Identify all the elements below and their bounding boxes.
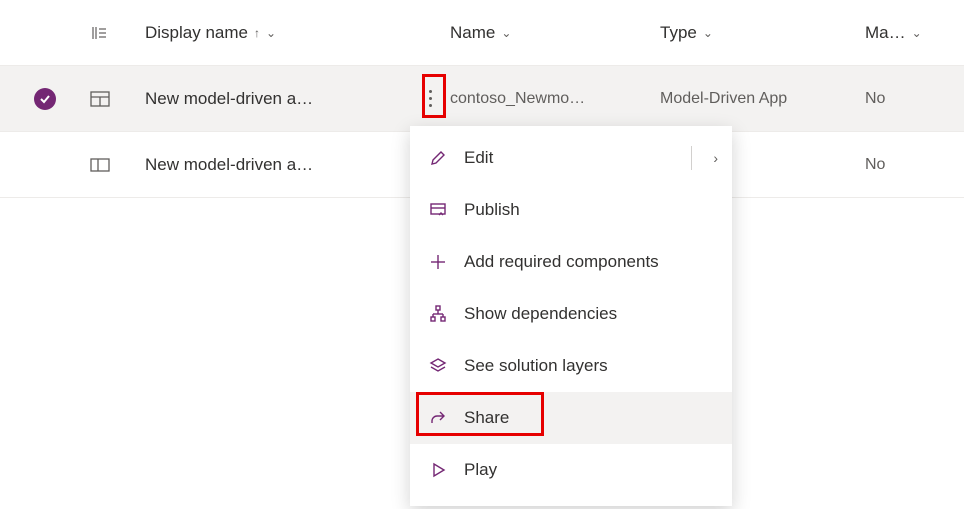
form-icon: [90, 91, 110, 107]
row-actions-button[interactable]: [419, 84, 441, 114]
share-icon: [428, 408, 448, 428]
chevron-down-icon: ⌄: [501, 26, 511, 40]
cell-display-name: New model-driven a…: [145, 89, 402, 109]
menu-divider: [691, 146, 692, 170]
column-row-type-icon: [90, 24, 145, 42]
list-settings-icon: [90, 24, 108, 42]
column-header-type-label: Type: [660, 23, 697, 43]
chevron-down-icon: ⌄: [912, 26, 922, 40]
hierarchy-icon: [428, 304, 448, 324]
column-header-name[interactable]: Name ⌄: [450, 23, 660, 43]
sort-ascending-icon: ↑: [254, 26, 260, 40]
column-header-type[interactable]: Type ⌄: [660, 23, 865, 43]
layers-icon: [428, 356, 448, 376]
menu-item-show-dependencies-label: Show dependencies: [464, 304, 617, 324]
table-row[interactable]: New model-driven a… contoso_Newmo… Model…: [0, 66, 964, 132]
menu-item-edit-label: Edit: [464, 148, 493, 168]
chevron-right-icon[interactable]: ›: [713, 150, 718, 166]
menu-item-publish-label: Publish: [464, 200, 520, 220]
pencil-icon: [428, 148, 448, 168]
menu-item-add-required[interactable]: Add required components: [410, 236, 732, 288]
menu-item-publish[interactable]: Publish: [410, 184, 732, 236]
menu-item-play[interactable]: Play: [410, 444, 732, 496]
grid-header-row: Display name ↑ ⌄ Name ⌄ Type ⌄ Ma… ⌄: [0, 0, 964, 66]
menu-item-show-dependencies[interactable]: Show dependencies: [410, 288, 732, 340]
column-header-managed-label: Ma…: [865, 23, 906, 43]
cell-display-name: New model-driven a…: [145, 155, 402, 175]
menu-item-add-required-label: Add required components: [464, 252, 659, 272]
column-header-display-name[interactable]: Display name ↑ ⌄: [145, 23, 410, 43]
column-header-name-label: Name: [450, 23, 495, 43]
chevron-down-icon: ⌄: [266, 26, 276, 40]
column-header-managed[interactable]: Ma… ⌄: [865, 23, 964, 43]
menu-item-share-label: Share: [464, 408, 509, 428]
plus-icon: [428, 252, 448, 272]
menu-item-solution-layers[interactable]: See solution layers: [410, 340, 732, 392]
cell-managed: No: [865, 156, 956, 174]
cell-name: contoso_Newmo…: [450, 90, 652, 108]
cell-managed: No: [865, 90, 956, 108]
row-selected-check-icon[interactable]: [34, 88, 56, 110]
chevron-down-icon: ⌄: [703, 26, 713, 40]
cell-type: Model-Driven App: [660, 90, 857, 108]
publish-icon: [428, 200, 448, 220]
menu-item-solution-layers-label: See solution layers: [464, 356, 608, 376]
row-context-menu: Edit › Publish Add required components S…: [410, 126, 732, 506]
play-icon: [428, 460, 448, 480]
column-header-display-name-label: Display name: [145, 23, 248, 43]
menu-item-edit[interactable]: Edit ›: [410, 132, 732, 184]
menu-item-share[interactable]: Share: [410, 392, 732, 444]
tile-icon: [90, 158, 110, 172]
menu-item-play-label: Play: [464, 460, 497, 480]
